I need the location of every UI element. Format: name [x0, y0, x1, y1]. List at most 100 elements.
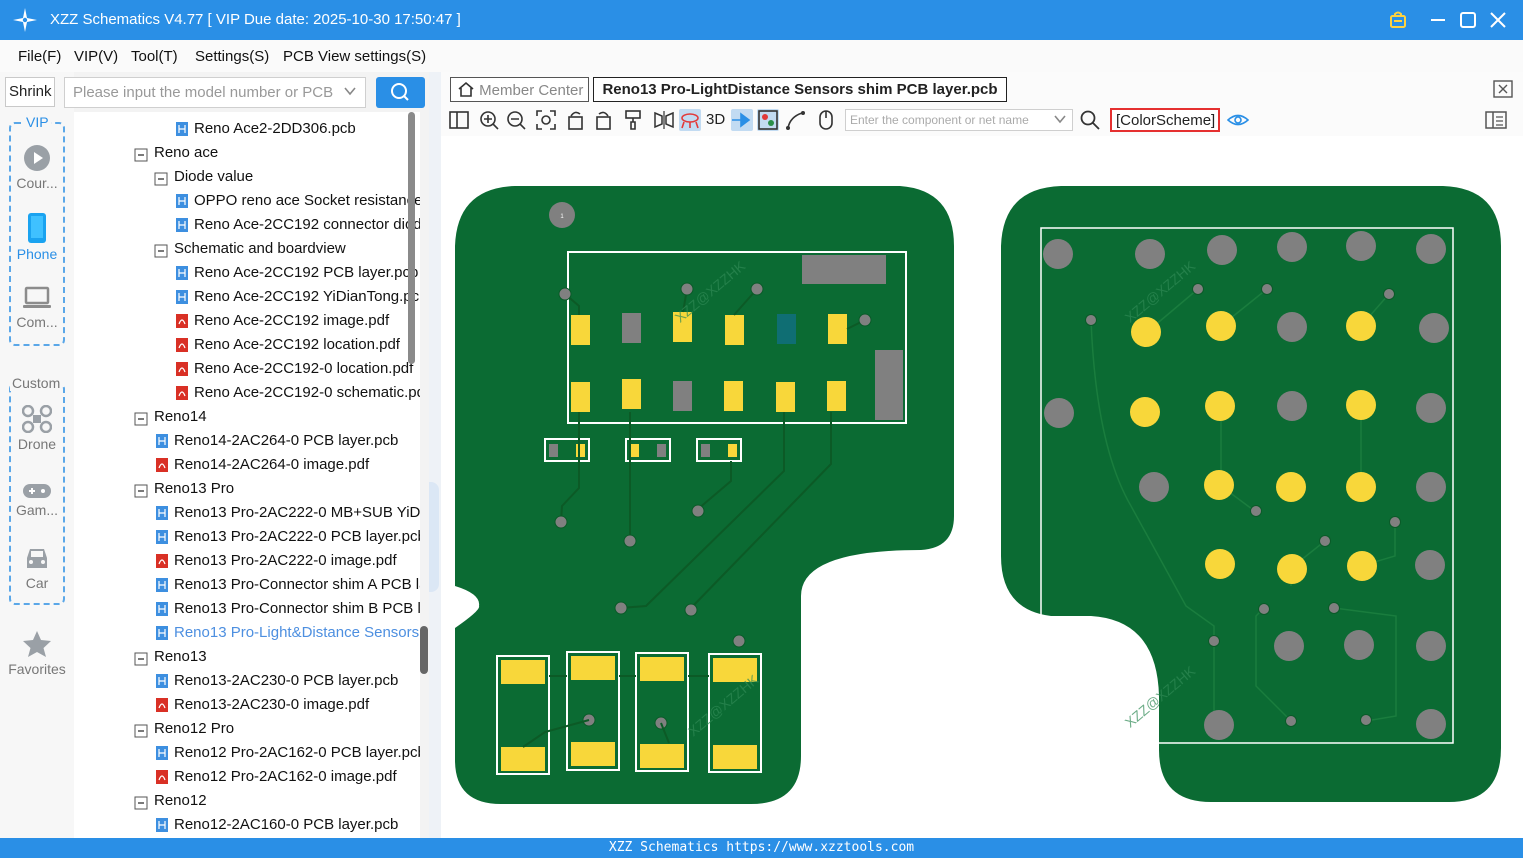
model-search-input[interactable]: Please input the model number or PCB: [64, 77, 366, 108]
panel-splitter[interactable]: [429, 72, 441, 838]
tree-file[interactable]: Reno13-2AC230-0 image.pdf: [74, 694, 420, 718]
tree-folder[interactable]: Reno12 Pro: [74, 718, 420, 742]
tree-file[interactable]: Reno13-2AC230-0 PCB layer.pcb: [74, 670, 420, 694]
collapse-icon[interactable]: [134, 147, 148, 163]
tree-file[interactable]: Reno Ace-2CC192-0 schematic.pdf: [74, 382, 420, 406]
menu-pcb-view-settings[interactable]: PCB View settings(S): [283, 48, 426, 65]
rail-item-computer[interactable]: Com...: [7, 285, 67, 330]
eye-icon[interactable]: [1227, 109, 1249, 131]
tree-folder[interactable]: Diode value: [74, 166, 420, 190]
tree-folder[interactable]: Reno12: [74, 790, 420, 814]
color-scheme-button[interactable]: [ColorScheme]: [1110, 108, 1220, 132]
3d-view-button[interactable]: 3D: [706, 111, 725, 128]
pcb-pad[interactable]: [828, 314, 847, 344]
pcb-pad[interactable]: [827, 381, 846, 411]
pcb-pad[interactable]: [777, 314, 796, 344]
tree-folder[interactable]: Reno13 Pro: [74, 478, 420, 502]
tree-folder[interactable]: Reno14: [74, 406, 420, 430]
tree-folder[interactable]: Schematic and boardview: [74, 238, 420, 262]
search-icon[interactable]: [1079, 109, 1101, 131]
measure-icon[interactable]: [785, 109, 807, 131]
chevron-down-icon[interactable]: [1053, 112, 1067, 126]
tree-file[interactable]: Reno13 Pro-Connector shim A PCB layer.pc…: [74, 574, 420, 598]
tree-file[interactable]: Reno13 Pro-Light&Distance Sensors shim P…: [74, 622, 420, 646]
minimize-icon[interactable]: [1426, 8, 1450, 32]
tab-active-file[interactable]: Reno13 Pro-LightDistance Sensors shim PC…: [593, 77, 1007, 102]
mouse-icon[interactable]: [815, 109, 837, 131]
component-search-input[interactable]: Enter the component or net name: [845, 109, 1073, 131]
tree-file[interactable]: Reno12 Pro-2AC162-0 image.pdf: [74, 766, 420, 790]
tree-file[interactable]: Reno13 Pro-Connector shim B PCB layer.pc…: [74, 598, 420, 622]
menu-vip[interactable]: VIP(V): [74, 48, 118, 65]
net-highlight-icon[interactable]: [731, 109, 753, 131]
zoom-in-icon[interactable]: [478, 109, 500, 131]
menu-settings[interactable]: Settings(S): [195, 48, 269, 65]
pcb-pad[interactable]: [571, 382, 590, 412]
close-icon[interactable]: [1486, 8, 1510, 32]
pcb-pad[interactable]: [571, 315, 590, 345]
chevron-down-icon[interactable]: [343, 84, 357, 98]
rail-item-car[interactable]: Car: [7, 546, 67, 591]
pcb-canvas[interactable]: 1 XZZ@XZZHK XZZ@XZZHK XZZ@XZZHK XZZ@XZZH…: [441, 136, 1523, 838]
splitter-handle[interactable]: [429, 482, 439, 592]
tree-file[interactable]: Reno Ace-2CC192 location.pdf: [74, 334, 420, 358]
mirror-icon[interactable]: [653, 109, 675, 131]
search-button[interactable]: [376, 77, 425, 108]
tree-file[interactable]: Reno Ace2-2DD306.pcb: [74, 118, 420, 142]
tree-scrollbar-secondary[interactable]: [420, 626, 428, 674]
flip-board-icon[interactable]: [679, 109, 701, 131]
rail-item-drone[interactable]: Drone: [7, 405, 67, 452]
pcb-pad[interactable]: [776, 382, 795, 412]
tree-file[interactable]: Reno Ace-2CC192 YiDianTong.pcb: [74, 286, 420, 310]
maximize-icon[interactable]: [1456, 8, 1480, 32]
pcb-pad[interactable]: [725, 315, 744, 345]
rail-item-courses[interactable]: Cour...: [7, 144, 67, 191]
tree-folder[interactable]: Reno13: [74, 646, 420, 670]
panel-toggle-icon[interactable]: [1485, 109, 1507, 131]
rail-item-favorites[interactable]: Favorites: [7, 630, 67, 677]
tree-scrollbar[interactable]: [408, 112, 415, 364]
tree-file[interactable]: Reno Ace-2CC192 PCB layer.pcb: [74, 262, 420, 286]
tree-file[interactable]: Reno13 Pro-2AC222-0 MB+SUB YiDianTong.pc…: [74, 502, 420, 526]
tree-file[interactable]: Reno14-2AC264-0 image.pdf: [74, 454, 420, 478]
pcb-pad[interactable]: [802, 255, 886, 284]
tree-file[interactable]: Reno Ace-2CC192 image.pdf: [74, 310, 420, 334]
layer-view-icon[interactable]: [757, 109, 779, 131]
pcb-pad[interactable]: [673, 381, 692, 411]
rotate-right-icon[interactable]: [592, 109, 614, 131]
rail-item-phone[interactable]: Phone: [7, 213, 67, 262]
tree-file[interactable]: Reno12 Pro-2AC162-0 PCB layer.pcb: [74, 742, 420, 766]
tree-file[interactable]: Reno12-2AC160-0 PCB layer.pcb: [74, 814, 420, 838]
menu-file[interactable]: File(F): [18, 48, 61, 65]
rotate-left-icon[interactable]: [565, 109, 587, 131]
pcb-pad[interactable]: [622, 313, 641, 343]
collapse-icon[interactable]: [134, 723, 148, 739]
tree-folder[interactable]: Reno ace: [74, 142, 420, 166]
fit-view-icon[interactable]: [535, 109, 557, 131]
collapse-icon[interactable]: [134, 411, 148, 427]
tree-file[interactable]: Reno13 Pro-2AC222-0 image.pdf: [74, 550, 420, 574]
paint-brush-icon[interactable]: [622, 109, 644, 131]
collapse-icon[interactable]: [154, 243, 168, 259]
tree-file[interactable]: Reno Ace-2CC192 connector diode: [74, 214, 420, 238]
tree-file[interactable]: Reno Ace-2CC192-0 location.pdf: [74, 358, 420, 382]
shrink-button[interactable]: Shrink: [5, 77, 55, 107]
vip-bag-icon[interactable]: [1386, 8, 1410, 32]
rail-item-games[interactable]: Gam...: [7, 483, 67, 518]
pcb-pad[interactable]: [622, 379, 641, 409]
collapse-icon[interactable]: [134, 795, 148, 811]
collapse-icon[interactable]: [134, 483, 148, 499]
tree-file[interactable]: Reno13 Pro-2AC222-0 PCB layer.pcb: [74, 526, 420, 550]
pcb-pad[interactable]: [724, 381, 743, 411]
menu-tool[interactable]: Tool(T): [131, 48, 178, 65]
pcb-pad[interactable]: [875, 350, 903, 420]
tree-file[interactable]: OPPO reno ace Socket resistance: [74, 190, 420, 214]
close-tab-icon[interactable]: [1493, 80, 1513, 98]
zoom-out-icon[interactable]: [505, 109, 527, 131]
collapse-icon[interactable]: [154, 171, 168, 187]
tab-member-center[interactable]: Member Center: [450, 77, 589, 102]
split-view-icon[interactable]: [448, 109, 470, 131]
collapse-icon[interactable]: [134, 651, 148, 667]
tree-file[interactable]: Reno14-2AC264-0 PCB layer.pcb: [74, 430, 420, 454]
pcb-view[interactable]: 1 XZZ@XZZHK XZZ@XZZHK XZZ@XZZHK XZZ@XZZH…: [441, 136, 1523, 838]
